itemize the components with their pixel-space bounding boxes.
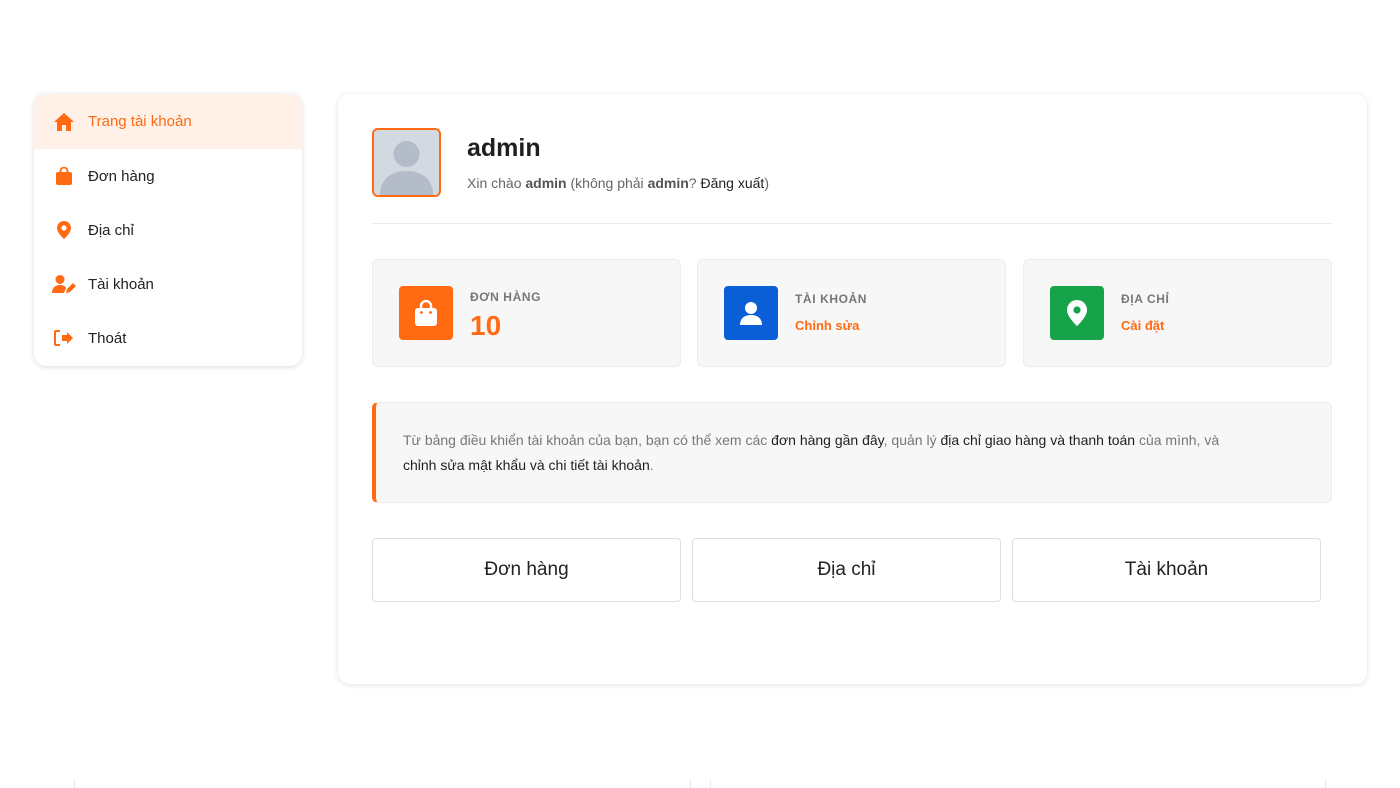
user-icon [724,286,778,340]
sidebar-item-addresses[interactable]: Địa chỉ [34,203,302,257]
orders-button[interactable]: Đơn hàng [372,538,681,602]
stat-label: TÀI KHOẢN [795,292,868,306]
addresses-button[interactable]: Địa chỉ [692,538,1001,602]
divider [372,223,1332,224]
stat-label: ĐƠN HÀNG [470,290,542,304]
stat-card-orders[interactable]: ĐƠN HÀNG 10 [372,259,681,367]
recent-orders-link[interactable]: đơn hàng gần đây [771,432,883,448]
address-settings-link[interactable]: Cài đặt [1121,318,1164,333]
orders-count: 10 [470,310,502,341]
divider [710,780,711,788]
account-page: Trang tài khoản Đơn hàng Địa chỉ Tài kho… [0,0,1400,788]
greeting-text: Xin chào admin (không phải admin? Đăng x… [467,175,769,191]
sidebar-item-label: Tài khoản [88,275,154,293]
stats-row: ĐƠN HÀNG 10 TÀI KHOẢN Chỉnh sửa ĐỊA CHỈ … [372,259,1332,367]
sidebar-item-dashboard[interactable]: Trang tài khoản [34,94,302,149]
shopping-bag-icon [399,286,453,340]
addresses-link[interactable]: địa chỉ giao hàng và thanh toán [940,432,1135,448]
stat-label: ĐỊA CHỈ [1121,292,1170,306]
sidebar-item-label: Đơn hàng [88,167,155,185]
avatar-placeholder-icon [374,130,439,195]
account-sidebar: Trang tài khoản Đơn hàng Địa chỉ Tài kho… [34,94,302,366]
logout-icon [52,328,76,348]
sidebar-item-label: Thoát [88,329,127,347]
edit-account-link[interactable]: Chỉnh sửa [795,318,859,333]
account-button[interactable]: Tài khoản [1012,538,1321,602]
dashboard-notice: Từ bảng điều khiển tài khoản của bạn, bạ… [372,402,1332,503]
home-icon [52,112,76,132]
user-edit-icon [52,274,76,294]
shopping-bag-icon [52,166,76,186]
sidebar-item-orders[interactable]: Đơn hàng [34,149,302,203]
map-pin-icon [1050,286,1104,340]
account-dashboard: admin Xin chào admin (không phải admin? … [338,94,1367,684]
divider [74,780,75,788]
profile-text: admin Xin chào admin (không phải admin? … [467,134,769,191]
account-details-link[interactable]: chỉnh sửa mật khẩu và chi tiết tài khoản [403,457,650,473]
avatar [372,128,441,197]
username: admin [467,134,541,162]
map-pin-icon [52,220,76,240]
stat-card-account[interactable]: TÀI KHOẢN Chỉnh sửa [697,259,1006,367]
divider [1325,780,1326,788]
profile-header: admin Xin chào admin (không phải admin? … [372,128,769,197]
sidebar-item-label: Địa chỉ [88,221,134,239]
logout-link[interactable]: Đăng xuất [700,175,764,191]
sidebar-item-account[interactable]: Tài khoản [34,257,302,311]
stat-card-address[interactable]: ĐỊA CHỈ Cài đặt [1023,259,1332,367]
divider [690,780,691,788]
sidebar-item-logout[interactable]: Thoát [34,311,302,365]
sidebar-item-label: Trang tài khoản [88,113,192,130]
